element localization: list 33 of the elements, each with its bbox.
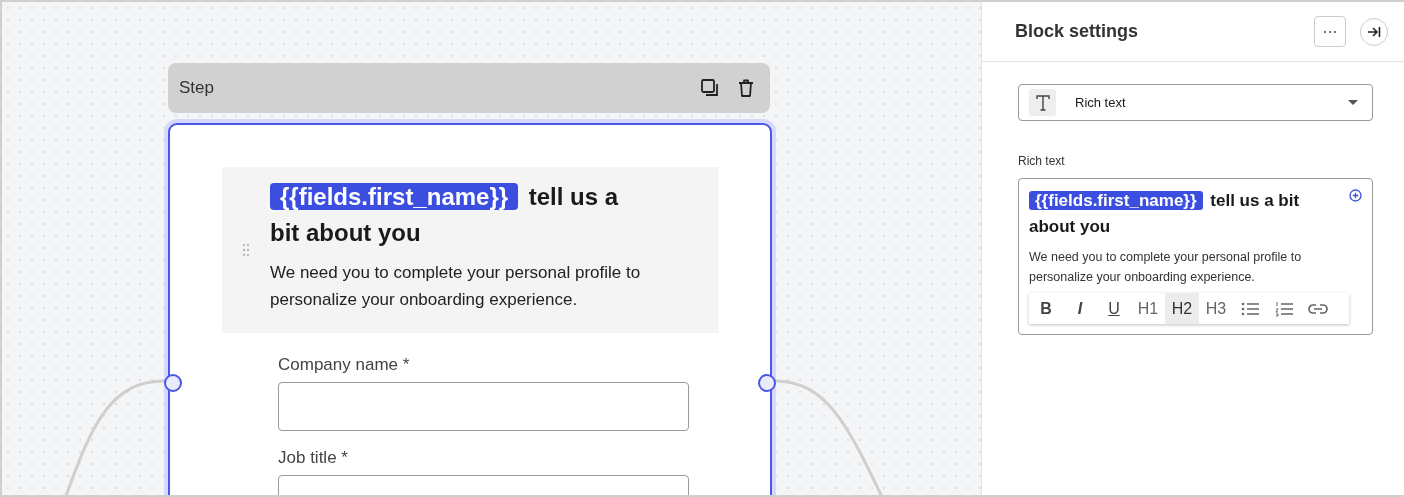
heading-button[interactable]: H1 bbox=[1131, 293, 1165, 324]
editor-paragraph: We need you to complete your personal profile to personalize your onboarding experience. bbox=[1029, 249, 1303, 286]
input-field[interactable] bbox=[278, 381, 689, 431]
arrow-to-bar-icon bbox=[1367, 25, 1381, 38]
connection-handle[interactable] bbox=[757, 373, 777, 393]
caret-icon bbox=[1348, 99, 1358, 106]
panel-title: Block settings bbox=[1015, 20, 1140, 43]
bold-button[interactable]: B bbox=[1029, 293, 1063, 324]
rich-text-editor[interactable]: {{fields.first_name}} tell us a bit about you We need you to complete your personal profile to personalize your onboarding experience. B I U H1 H2 H3 bbox=[1018, 178, 1373, 335]
description: We need you to complete your personal profile to personalize your onboarding experience. bbox=[270, 262, 642, 311]
heading-button[interactable]: H2 bbox=[1165, 293, 1199, 324]
text-type-icon bbox=[1035, 94, 1050, 111]
heading-button[interactable]: H3 bbox=[1199, 293, 1233, 324]
collapse-panel-button[interactable] bbox=[1360, 17, 1388, 46]
trash-icon[interactable] bbox=[736, 78, 756, 98]
editor-heading: {{fields.first_name}} tell us a bit about you bbox=[1029, 190, 1301, 238]
text-block[interactable]: {{fields.first_name}} tell us a bit about you We need you to complete your personal profile to personalize your onboarding experience. bbox=[222, 167, 719, 333]
bullet-list-icon bbox=[1241, 301, 1259, 316]
numbered-list-icon bbox=[1275, 300, 1293, 317]
link-icon bbox=[1308, 302, 1328, 315]
add-circle-icon[interactable] bbox=[1349, 189, 1362, 202]
heading: {{fields.first_name}} tell us a bit about you bbox=[270, 182, 620, 248]
field-label: Job title * bbox=[278, 447, 349, 469]
duplicate-icon[interactable] bbox=[700, 78, 720, 98]
italic-button[interactable]: I bbox=[1063, 293, 1097, 324]
field-label: Company name * bbox=[278, 354, 411, 376]
step-title: Step bbox=[179, 77, 214, 100]
more-icon bbox=[1323, 29, 1337, 34]
block-type-dropdown[interactable]: Rich text bbox=[1018, 84, 1373, 121]
connection-handle[interactable] bbox=[163, 373, 183, 393]
drag-handle-icon[interactable] bbox=[242, 243, 250, 257]
underline-button[interactable]: U bbox=[1097, 293, 1131, 324]
field-label: Rich text bbox=[1018, 153, 1066, 170]
